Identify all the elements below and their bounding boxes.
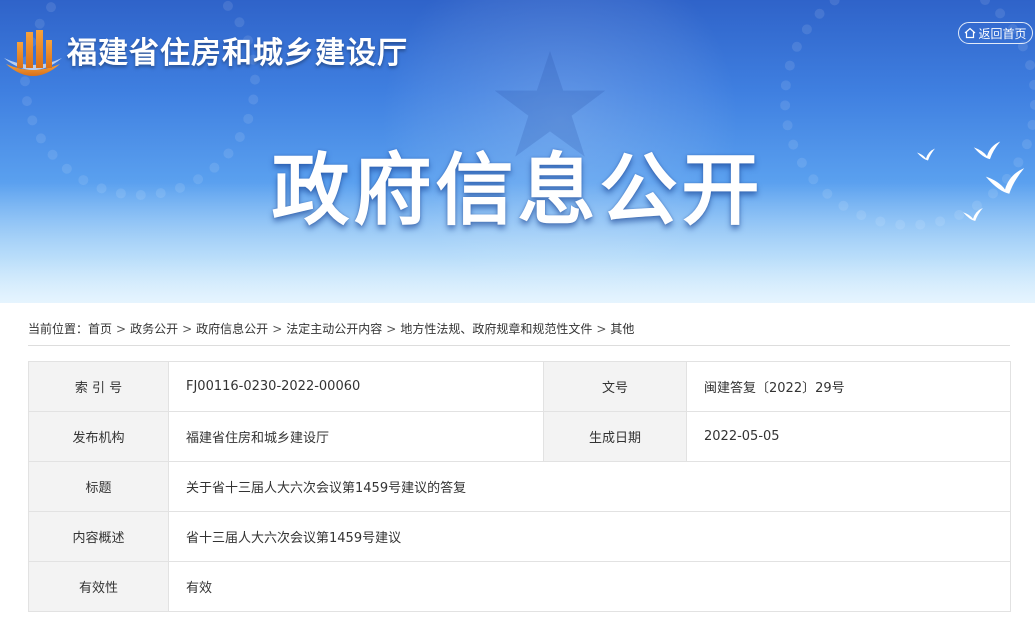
doc-number-value: 闽建答复〔2022〕29号 <box>686 361 1011 412</box>
home-icon <box>965 27 976 39</box>
dove-icon <box>963 207 983 222</box>
date-label: 生成日期 <box>543 411 687 462</box>
summary-label: 内容概述 <box>28 511 169 562</box>
dove-icon <box>973 141 1001 160</box>
validity-value: 有效 <box>168 561 1011 612</box>
breadcrumb-statutory[interactable]: 法定主动公开内容 <box>286 322 382 336</box>
table-row: 标题 关于省十三届人大六次会议第1459号建议的答复 <box>28 461 1011 512</box>
hero-title: 政府信息公开 <box>271 146 764 236</box>
breadcrumb-divider <box>28 345 1010 346</box>
doc-number-label: 文号 <box>543 361 687 412</box>
index-value: FJ00116-0230-2022-00060 <box>168 361 544 412</box>
breadcrumb-separator: > <box>116 322 127 336</box>
validity-label: 有效性 <box>28 561 169 612</box>
title-label: 标题 <box>28 461 169 512</box>
dove-icon <box>917 148 935 161</box>
breadcrumb-home[interactable]: 首页 <box>88 322 112 336</box>
breadcrumb-separator: > <box>272 322 283 336</box>
header-banner: 福建省住房和城乡建设厅 返回首页 政府信息公开 <box>0 0 1035 303</box>
back-home-button[interactable]: 返回首页 <box>958 22 1033 44</box>
dove-icon <box>985 168 1025 194</box>
table-row: 发布机构 福建省住房和城乡建设厅 生成日期 2022-05-05 <box>28 411 1011 462</box>
breadcrumb-separator: > <box>182 322 193 336</box>
summary-value: 省十三届人大六次会议第1459号建议 <box>168 511 1011 562</box>
breadcrumb-gov-info[interactable]: 政府信息公开 <box>196 322 268 336</box>
breadcrumb-separator: > <box>596 322 607 336</box>
publisher-label: 发布机构 <box>28 411 169 462</box>
table-row: 索 引 号 FJ00116-0230-2022-00060 文号 闽建答复〔20… <box>28 361 1011 412</box>
breadcrumb-other[interactable]: 其他 <box>610 322 634 336</box>
table-row: 内容概述 省十三届人大六次会议第1459号建议 <box>28 511 1011 562</box>
breadcrumb-prefix: 当前位置： <box>28 322 89 336</box>
breadcrumb: 当前位置：首页 > 政务公开 > 政府信息公开 > 法定主动公开内容 > 地方性法规、政府规章和… <box>28 320 634 337</box>
info-table: 索 引 号 FJ00116-0230-2022-00060 文号 闽建答复〔20… <box>28 361 1011 612</box>
site-title[interactable]: 福建省住房和城乡建设厅 <box>67 28 408 72</box>
date-value: 2022-05-05 <box>686 411 1011 462</box>
table-row: 有效性 有效 <box>28 561 1011 612</box>
publisher-value: 福建省住房和城乡建设厅 <box>168 411 544 462</box>
breadcrumb-separator: > <box>386 322 397 336</box>
logo-icon <box>4 30 62 76</box>
breadcrumb-regulations[interactable]: 地方性法规、政府规章和规范性文件 <box>400 322 592 336</box>
title-value: 关于省十三届人大六次会议第1459号建议的答复 <box>168 461 1011 512</box>
index-label: 索 引 号 <box>28 361 169 412</box>
back-home-label: 返回首页 <box>978 26 1027 41</box>
breadcrumb-gov-affairs[interactable]: 政务公开 <box>130 322 178 336</box>
